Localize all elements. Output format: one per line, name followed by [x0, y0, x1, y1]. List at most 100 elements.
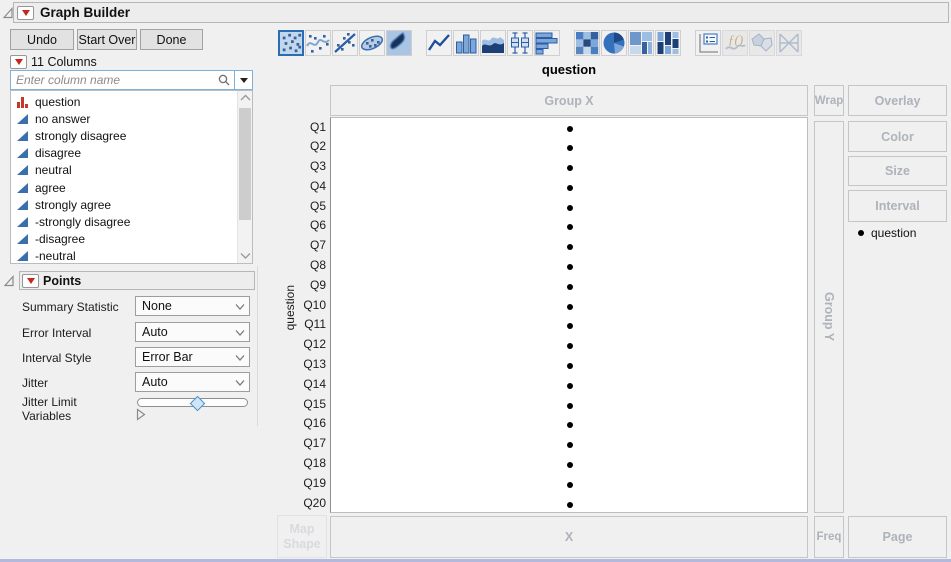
- summary-statistic-select[interactable]: None: [135, 296, 250, 316]
- graph-type-mosaic-icon[interactable]: [655, 30, 681, 56]
- data-point[interactable]: [567, 264, 573, 271]
- drop-zone-overlay[interactable]: Overlay: [848, 85, 947, 116]
- data-point[interactable]: [567, 184, 573, 191]
- blue-triangle-continuous-icon: [16, 199, 29, 211]
- data-point[interactable]: [567, 323, 573, 330]
- graph-type-smoother-icon[interactable]: [305, 30, 331, 56]
- graph-type-pie-icon[interactable]: [601, 30, 627, 56]
- y-axis-tick-label: Q11: [304, 317, 326, 332]
- summary-statistic-label: Summary Statistic: [22, 300, 119, 314]
- column-list-item[interactable]: -strongly disagree: [11, 213, 252, 230]
- column-list-item[interactable]: -neutral: [11, 248, 252, 264]
- variables-label: Variables: [22, 409, 72, 423]
- drop-zone-page[interactable]: Page: [848, 516, 947, 558]
- data-point[interactable]: [567, 165, 573, 172]
- data-point[interactable]: [567, 204, 573, 211]
- y-axis-tick-label: Q10: [303, 297, 326, 312]
- interval-style-value: Error Bar: [142, 350, 193, 364]
- scrollbar-thumb[interactable]: [239, 108, 251, 220]
- data-point[interactable]: [567, 461, 573, 468]
- data-point[interactable]: [567, 125, 573, 132]
- data-point[interactable]: [567, 145, 573, 152]
- column-label: -strongly disagree: [35, 214, 131, 229]
- y-axis-tick-label: Q2: [309, 139, 326, 154]
- y-axis-tick-label: Q19: [303, 475, 326, 490]
- columns-red-triangle-menu-icon[interactable]: [10, 55, 27, 69]
- data-point[interactable]: [567, 501, 573, 508]
- column-list-item[interactable]: strongly disagree: [11, 127, 252, 144]
- search-dropdown-button[interactable]: [235, 71, 252, 89]
- scroll-up-icon[interactable]: [240, 94, 251, 102]
- y-axis-tick-label: Q16: [303, 416, 326, 431]
- y-axis-tick-label: Q4: [309, 178, 326, 193]
- drop-zone-group-y[interactable]: Group Y: [814, 121, 844, 513]
- data-point[interactable]: [567, 422, 573, 429]
- data-point[interactable]: [567, 244, 573, 251]
- drop-zone-map-shape[interactable]: Map Shape: [277, 515, 327, 558]
- drop-zone-color[interactable]: Color: [848, 121, 947, 152]
- search-icon: [218, 74, 230, 86]
- data-point[interactable]: [567, 481, 573, 488]
- blue-triangle-continuous-icon: [16, 250, 29, 262]
- column-list-item[interactable]: -disagree: [11, 231, 252, 248]
- graph-type-histogram-icon[interactable]: [534, 30, 560, 56]
- column-search-input[interactable]: Enter column name: [11, 73, 217, 87]
- data-point[interactable]: [567, 224, 573, 231]
- y-axis-tick-label: Q3: [309, 159, 326, 174]
- graph-type-box-plot-icon[interactable]: [507, 30, 533, 56]
- legend-item[interactable]: question: [850, 226, 916, 240]
- blue-triangle-continuous-icon: [16, 113, 29, 125]
- variables-expand-icon[interactable]: [136, 408, 146, 421]
- column-list-item[interactable]: question: [11, 93, 252, 110]
- blue-triangle-continuous-icon: [16, 216, 29, 228]
- columns-list: question no answer strongly disagree disagr…: [10, 90, 253, 264]
- column-list-item[interactable]: strongly agree: [11, 196, 252, 213]
- graph-type-line-icon[interactable]: [426, 30, 452, 56]
- jitter-select[interactable]: Auto: [135, 372, 250, 392]
- columns-scrollbar[interactable]: [237, 91, 252, 263]
- graph-type-ellipse-icon[interactable]: [359, 30, 385, 56]
- plot-area[interactable]: [330, 117, 808, 513]
- blue-triangle-continuous-icon: [16, 182, 29, 194]
- points-red-triangle-menu-icon[interactable]: [22, 273, 39, 288]
- data-point[interactable]: [567, 382, 573, 389]
- drop-zone-freq[interactable]: Freq: [814, 516, 844, 558]
- column-list-item[interactable]: disagree: [11, 145, 252, 162]
- scroll-down-icon[interactable]: [240, 252, 251, 260]
- start-over-button[interactable]: Start Over: [77, 29, 137, 50]
- data-point[interactable]: [567, 343, 573, 350]
- drop-zone-interval[interactable]: Interval: [848, 190, 947, 222]
- graph-type-caption-box-icon[interactable]: [695, 30, 721, 56]
- graph-type-formula-icon: ƒ(): [722, 30, 748, 56]
- column-list-item[interactable]: neutral: [11, 162, 252, 179]
- done-button[interactable]: Done: [140, 29, 203, 50]
- drop-zone-size[interactable]: Size: [848, 156, 947, 186]
- graph-type-points-icon[interactable]: [278, 30, 304, 56]
- drop-zone-group-x[interactable]: Group X: [330, 85, 808, 116]
- red-triangle-menu-icon[interactable]: [17, 5, 34, 20]
- y-axis-tick-label: Q14: [303, 376, 326, 391]
- undo-button[interactable]: Undo: [10, 29, 74, 50]
- graph-type-heatmap-icon[interactable]: [574, 30, 600, 56]
- data-point[interactable]: [567, 442, 573, 449]
- data-point[interactable]: [567, 283, 573, 290]
- graph-type-treemap-icon[interactable]: [628, 30, 654, 56]
- points-collapse-icon[interactable]: [4, 275, 15, 287]
- graph-type-line-of-fit-icon[interactable]: [332, 30, 358, 56]
- data-point[interactable]: [567, 303, 573, 310]
- graph-type-bar-icon[interactable]: [453, 30, 479, 56]
- interval-style-select[interactable]: Error Bar: [135, 347, 250, 367]
- column-label: -neutral: [35, 249, 76, 264]
- data-point[interactable]: [567, 362, 573, 369]
- column-label: disagree: [35, 146, 82, 161]
- column-list-item[interactable]: no answer: [11, 110, 252, 127]
- map-shape-label: Map Shape: [283, 522, 321, 551]
- data-point[interactable]: [567, 402, 573, 409]
- column-list-item[interactable]: agree: [11, 179, 252, 196]
- column-label: agree: [35, 180, 66, 195]
- error-interval-select[interactable]: Auto: [135, 322, 250, 342]
- graph-type-contour-icon[interactable]: [386, 30, 412, 56]
- drop-zone-wrap[interactable]: Wrap: [814, 85, 844, 116]
- graph-type-area-icon[interactable]: [480, 30, 506, 56]
- drop-zone-x[interactable]: X: [330, 516, 808, 558]
